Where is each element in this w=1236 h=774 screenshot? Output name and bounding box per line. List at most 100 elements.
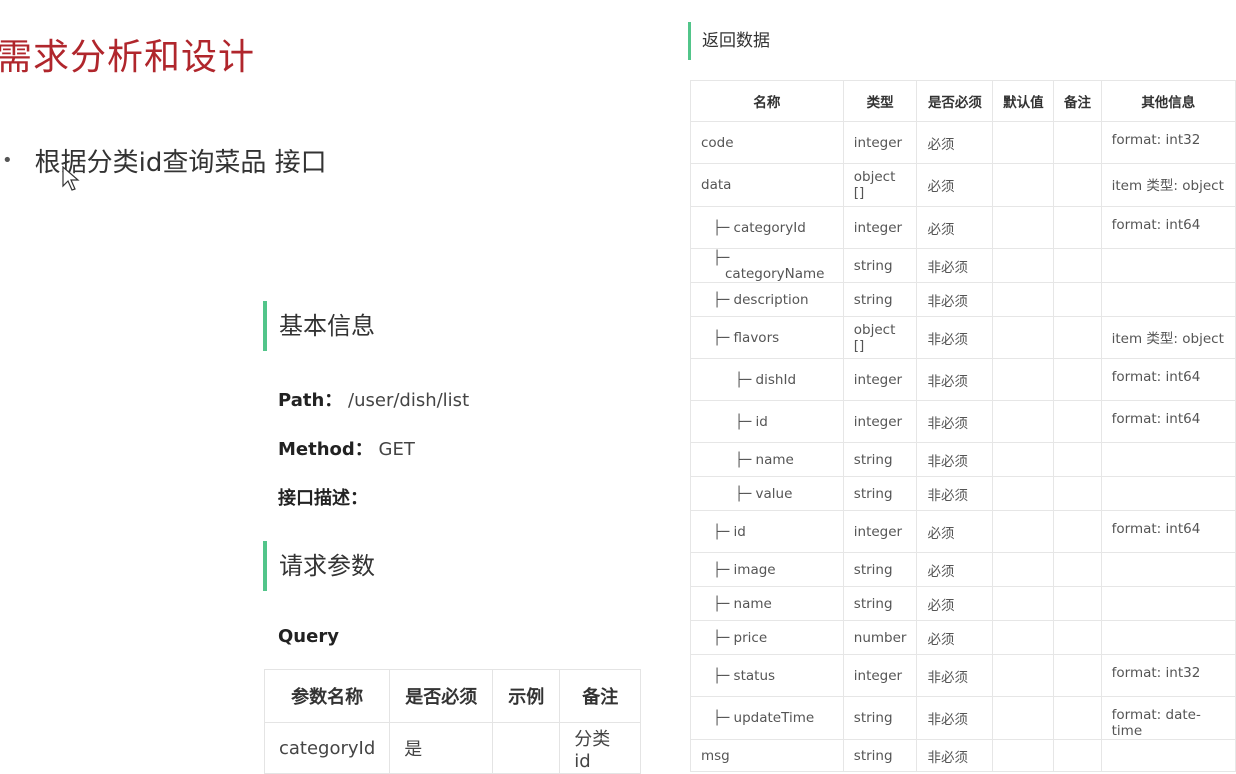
response-cell-other: format: int64 <box>1100 510 1236 553</box>
tree-branch-icon: ├─ <box>735 485 756 502</box>
method-value: GET <box>378 439 415 460</box>
table-row: ├─ categoryName string 非必须 <box>690 248 1236 283</box>
response-cell-note <box>1053 654 1102 697</box>
response-cell-default <box>992 358 1055 401</box>
response-cell-other <box>1100 476 1236 511</box>
method-field: Method： GET <box>278 435 415 461</box>
response-cell-type: object [] <box>842 316 918 359</box>
response-cell-type: string <box>842 552 918 587</box>
table-row: ├─ name string 必须 <box>690 586 1236 621</box>
response-table: 名称 类型 是否必须 默认值 备注 其他信息 code integer 必须 form… <box>690 80 1236 772</box>
table-row: ├─ id integer 非必须 format: int64 <box>690 400 1236 443</box>
tree-branch-icon: ├─ <box>735 451 756 468</box>
path-value: /user/dish/list <box>348 390 470 411</box>
response-cell-type: number <box>842 620 918 655</box>
response-cell-default <box>992 121 1055 164</box>
response-cell-name: ├─ dishId <box>690 358 844 401</box>
response-cell-other <box>1100 586 1236 621</box>
field-name: status <box>733 667 776 684</box>
response-cell-required: 非必须 <box>916 316 994 359</box>
response-cell-note <box>1053 476 1102 511</box>
response-cell-type: integer <box>842 400 918 443</box>
response-cell-other: format: int32 <box>1100 654 1236 697</box>
field-name: categoryId <box>733 219 806 236</box>
field-name: code <box>701 134 734 151</box>
response-cell-note <box>1053 282 1102 317</box>
path-label: Path： <box>278 390 343 411</box>
table-row: ├─ price number 必须 <box>690 620 1236 655</box>
response-cell-other: format: int32 <box>1100 121 1236 164</box>
tree-branch-icon: ├─ <box>713 249 730 266</box>
response-cell-type: integer <box>842 206 918 249</box>
response-cell-required: 非必须 <box>916 442 994 477</box>
response-cell-other <box>1100 282 1236 317</box>
response-cell-other: item 类型: object <box>1100 163 1236 207</box>
response-cell-type: string <box>842 282 918 317</box>
table-row: ├─ description string 非必须 <box>690 282 1236 317</box>
field-name: dishId <box>755 371 797 388</box>
response-col-required: 是否必须 <box>916 80 994 122</box>
query-col-note: 备注 <box>559 669 642 723</box>
response-cell-default <box>992 620 1055 655</box>
response-cell-type: integer <box>842 121 918 164</box>
response-cell-type: integer <box>842 654 918 697</box>
response-cell-note <box>1053 696 1102 740</box>
response-cell-note <box>1053 552 1102 587</box>
response-cell-default <box>992 316 1055 359</box>
description-label: 接口描述： <box>278 488 368 509</box>
response-cell-note <box>1053 586 1102 621</box>
response-cell-default <box>992 163 1055 207</box>
field-name: updateTime <box>733 710 815 726</box>
response-cell-default <box>992 400 1055 443</box>
response-cell-default <box>992 510 1055 553</box>
response-header-row: 名称 类型 是否必须 默认值 备注 其他信息 <box>690 80 1236 122</box>
basic-info-heading: 基本信息 <box>263 301 375 351</box>
tree-branch-icon: ├─ <box>713 629 734 646</box>
tree-branch-icon: ├─ <box>713 595 734 612</box>
response-cell-name: ├─ updateTime <box>690 696 844 740</box>
response-cell-type: integer <box>842 358 918 401</box>
table-row: msg string 非必须 <box>690 739 1236 772</box>
response-cell-default <box>992 206 1055 249</box>
response-cell-name: ├─ name <box>690 586 844 621</box>
table-row: ├─ id integer 必须 format: int64 <box>690 510 1236 553</box>
table-row: ├─ value string 非必须 <box>690 476 1236 511</box>
response-cell-other: format: int64 <box>1100 358 1236 401</box>
response-cell-required: 非必须 <box>916 654 994 697</box>
field-name: value <box>755 485 793 502</box>
response-cell-note <box>1053 248 1102 283</box>
cursor-arrow-icon <box>62 166 80 191</box>
slide-title: 需求分析和设计 <box>0 37 256 78</box>
response-cell-note <box>1053 206 1102 249</box>
response-col-type: 类型 <box>842 80 918 122</box>
response-cell-default <box>992 654 1055 697</box>
table-row: ├─ flavors object [] 非必须 item 类型: object <box>690 316 1236 359</box>
request-params-heading: 请求参数 <box>263 541 375 591</box>
response-cell-type: string <box>842 442 918 477</box>
response-cell-name: ├─ id <box>690 510 844 553</box>
tree-branch-icon: ├─ <box>713 523 734 540</box>
table-row: categoryId 是 分类id <box>263 722 642 774</box>
response-cell-default <box>992 476 1055 511</box>
tree-branch-icon: ├─ <box>735 413 756 430</box>
response-cell-other <box>1100 442 1236 477</box>
response-cell-name: code <box>690 121 844 164</box>
response-cell-other <box>1100 739 1236 772</box>
response-cell-default <box>992 552 1055 587</box>
response-cell-note <box>1053 442 1102 477</box>
response-cell-name: data <box>690 163 844 207</box>
tree-branch-icon: ├─ <box>735 371 756 388</box>
tree-branch-icon: ├─ <box>713 667 734 684</box>
query-label: Query <box>278 626 339 647</box>
table-row: ├─ image string 必须 <box>690 552 1236 587</box>
field-name: id <box>733 523 746 540</box>
field-name: categoryName <box>725 265 825 282</box>
query-cell-name: categoryId <box>263 722 391 774</box>
tree-branch-icon: ├─ <box>713 219 734 236</box>
response-cell-name: ├─ description <box>690 282 844 317</box>
response-cell-note <box>1053 121 1102 164</box>
response-cell-required: 非必须 <box>916 696 994 740</box>
query-header-row: 参数名称 是否必须 示例 备注 <box>263 669 642 723</box>
tree-branch-icon: ├─ <box>713 561 734 578</box>
response-cell-type: object [] <box>842 163 918 207</box>
